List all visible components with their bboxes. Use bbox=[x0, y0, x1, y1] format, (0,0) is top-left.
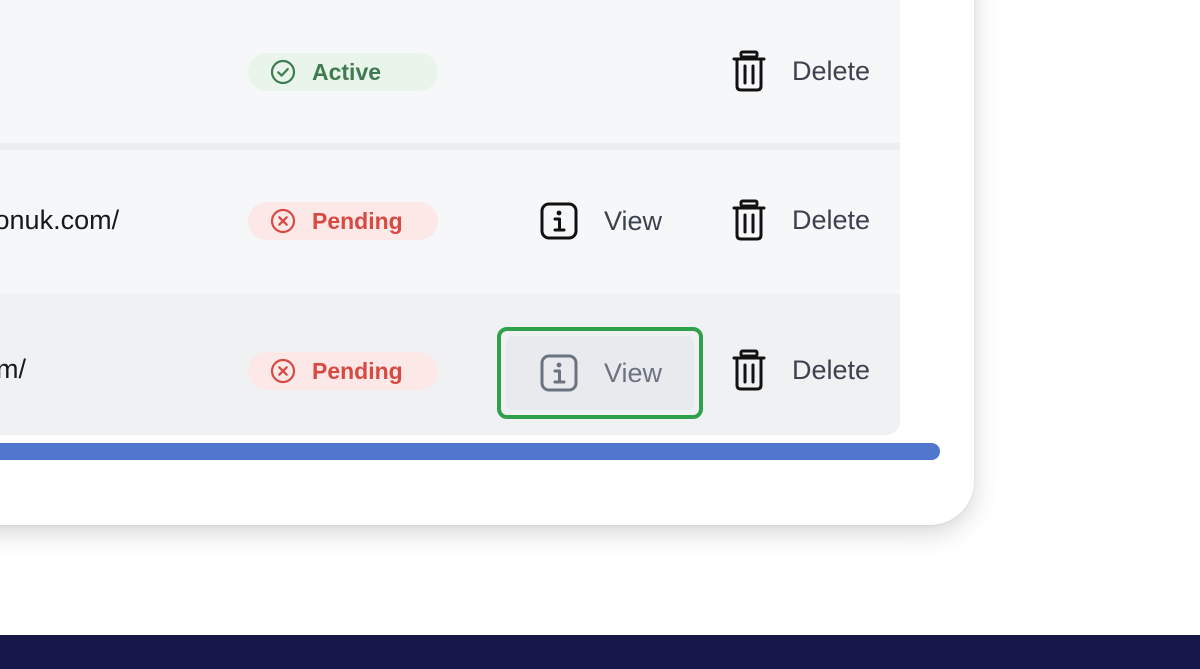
view-button-focused[interactable]: View bbox=[497, 327, 703, 419]
delete-button[interactable]: Delete bbox=[732, 349, 870, 391]
horizontal-scrollbar[interactable] bbox=[0, 443, 940, 460]
delete-button[interactable]: Delete bbox=[732, 199, 870, 241]
delete-label: Delete bbox=[792, 55, 871, 86]
delete-button[interactable]: Delete bbox=[732, 50, 870, 92]
x-circle-icon bbox=[270, 208, 296, 234]
url-cell: .com/ bbox=[0, 354, 179, 385]
url-cell: shionuk.com/ bbox=[0, 205, 179, 236]
status-label: Active bbox=[312, 58, 382, 85]
table-card: Active Delete shionuk.com/ bbox=[0, 0, 974, 525]
delete-label: Delete bbox=[792, 354, 871, 385]
view-label: View bbox=[604, 205, 663, 236]
table-row: .com/ Pending View bbox=[0, 294, 900, 435]
status-label: Pending bbox=[312, 357, 403, 384]
delete-label: Delete bbox=[792, 204, 871, 235]
trash-icon bbox=[732, 349, 766, 391]
url-text: .com/ bbox=[0, 354, 27, 384]
table-row: Active Delete bbox=[0, 1, 900, 143]
trash-icon bbox=[732, 50, 766, 92]
url-text: shionuk.com/ bbox=[0, 205, 120, 235]
view-button-inner[interactable]: View bbox=[506, 336, 694, 410]
status-badge-pending: Pending bbox=[248, 202, 438, 240]
status-badge-active: Active bbox=[248, 53, 438, 91]
info-square-icon bbox=[540, 354, 578, 392]
view-label: View bbox=[604, 357, 663, 388]
check-circle-icon bbox=[270, 59, 296, 85]
footer-bar bbox=[0, 635, 1200, 669]
status-badge-pending: Pending bbox=[248, 352, 438, 390]
info-square-icon bbox=[540, 202, 578, 240]
trash-icon bbox=[732, 199, 766, 241]
data-table: Active Delete shionuk.com/ bbox=[0, 0, 900, 435]
status-label: Pending bbox=[312, 207, 403, 234]
row-divider bbox=[0, 143, 900, 150]
view-button[interactable]: View bbox=[540, 202, 662, 240]
table-row: shionuk.com/ Pending View bbox=[0, 151, 900, 293]
x-circle-icon bbox=[270, 358, 296, 384]
